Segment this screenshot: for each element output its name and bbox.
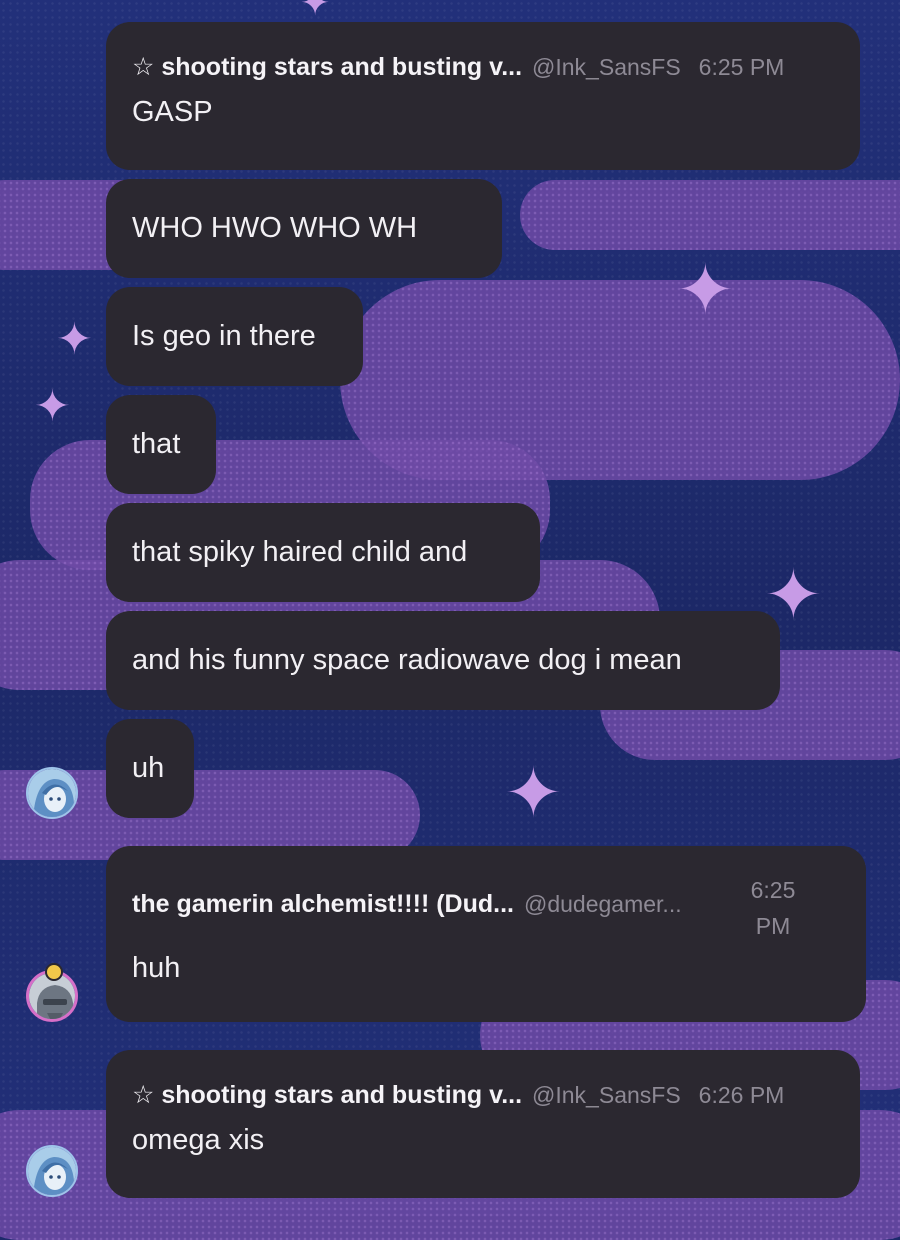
author-handle: @dudegamer... — [523, 891, 682, 917]
message-bubble[interactable]: ☆ shooting stars and busting v... @Ink_S… — [106, 1050, 860, 1198]
avatar[interactable] — [26, 1145, 78, 1197]
sparkle-icon: ✦ — [300, 0, 331, 24]
timestamp-period: PM — [755, 913, 791, 939]
message-text: WHO HWO WHO WH — [132, 212, 418, 244]
message-text: huh — [132, 952, 181, 984]
author-name[interactable]: ☆ shooting stars and busting v... — [132, 1080, 522, 1110]
crown-badge-icon — [45, 963, 63, 981]
message-text: GASP — [132, 96, 213, 128]
message-bubble[interactable]: that spiky haired child and — [106, 503, 540, 602]
sparkle-icon: ✦ — [34, 381, 71, 432]
sparkle-icon: ✦ — [676, 249, 735, 331]
timestamp: 6:25 PM — [698, 54, 785, 80]
message-text: that — [132, 428, 181, 460]
message-bubble[interactable]: the gamerin alchemist!!!! (Dud... @dudeg… — [106, 846, 866, 1022]
message-text: Is geo in there — [132, 320, 316, 352]
sparkle-icon: ✦ — [504, 752, 563, 834]
message-text: omega xis — [132, 1124, 265, 1156]
timestamp: 6:25 PM — [738, 872, 808, 944]
message-text: that spiky haired child and — [132, 536, 468, 568]
timestamp: 6:26 PM — [698, 1082, 785, 1108]
message-header: ☆ shooting stars and busting v... @Ink_S… — [132, 1080, 834, 1110]
author-name[interactable]: the gamerin alchemist!!!! (Dud... — [132, 890, 514, 919]
author-handle: @Ink_SansFS — [532, 1082, 681, 1108]
message-bubble[interactable]: and his funny space radiowave dog i mean — [106, 611, 780, 710]
author-name[interactable]: ☆ shooting stars and busting v... — [132, 52, 522, 82]
message-header: the gamerin alchemist!!!! (Dud... @dudeg… — [132, 890, 732, 919]
message-header: ☆ shooting stars and busting v... @Ink_S… — [132, 52, 834, 82]
message-bubble[interactable]: ☆ shooting stars and busting v... @Ink_S… — [106, 22, 860, 170]
avatar[interactable] — [26, 767, 78, 819]
timestamp-time: 6:25 — [750, 877, 796, 903]
message-bubble[interactable]: uh — [106, 719, 194, 818]
sparkle-icon: ✦ — [56, 314, 93, 365]
message-bubble[interactable]: that — [106, 395, 216, 494]
author-handle: @Ink_SansFS — [532, 54, 681, 80]
message-text: uh — [132, 752, 165, 784]
message-bubble[interactable]: WHO HWO WHO WH — [106, 179, 502, 278]
background-cloud — [520, 180, 900, 250]
message-bubble[interactable]: Is geo in there — [106, 287, 363, 386]
message-text: and his funny space radiowave dog i mean — [132, 644, 682, 676]
